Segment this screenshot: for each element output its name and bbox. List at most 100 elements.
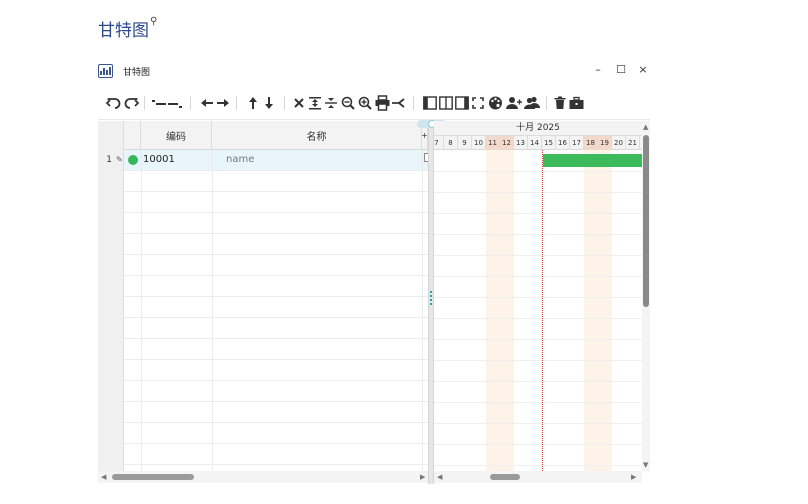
move-right-icon[interactable]	[216, 94, 230, 112]
table-row	[124, 402, 428, 423]
gantt-row-line	[434, 171, 642, 172]
gantt-row-line	[434, 213, 642, 214]
today-marker	[542, 150, 543, 471]
table-row	[124, 318, 428, 339]
gantt-row-line	[434, 423, 642, 424]
collapse-icon[interactable]	[325, 94, 337, 112]
row-header-blank	[124, 121, 141, 150]
scroll-up-arrow[interactable]: ▲	[643, 123, 648, 131]
right-panel-icon[interactable]	[455, 94, 469, 112]
gantt-day-11: 11	[486, 136, 500, 150]
gantt-day-10: 10	[472, 136, 486, 150]
table-row	[124, 381, 428, 402]
toolbar-separator	[236, 96, 237, 110]
delete-icon[interactable]	[293, 94, 305, 112]
scroll-right-arrow[interactable]: ▶	[420, 473, 425, 481]
trash-icon[interactable]	[554, 94, 566, 112]
toolbar-separator	[546, 96, 547, 110]
gantt-body	[434, 150, 642, 471]
left-horizontal-scrollbar[interactable]: ◀ ▶	[98, 471, 428, 483]
gantt-horizontal-scrollbar[interactable]: ◀ ▶	[434, 471, 642, 483]
left-horizontal-scroll-thumb[interactable]	[112, 474, 194, 480]
move-up-icon[interactable]	[247, 94, 259, 112]
chart-app-icon	[98, 64, 113, 78]
gantt-row-line	[434, 297, 642, 298]
table-row	[124, 276, 428, 297]
gantt-day-17: 17	[570, 136, 584, 150]
undo-icon[interactable]	[106, 94, 122, 112]
gantt-row-line	[434, 276, 642, 277]
table-row	[124, 339, 428, 360]
users-icon[interactable]	[524, 94, 540, 112]
both-panels-icon[interactable]	[439, 94, 453, 112]
task-bar[interactable]	[543, 154, 642, 167]
status-dot	[128, 155, 138, 165]
gantt-row-line	[434, 318, 642, 319]
print-icon[interactable]	[375, 94, 390, 112]
scroll-right-arrow[interactable]: ▶	[631, 473, 636, 481]
gantt-horizontal-scroll-thumb[interactable]	[490, 474, 520, 480]
gantt-day-12: 12	[500, 136, 514, 150]
maximize-button[interactable]: ☐	[614, 63, 628, 77]
scroll-left-arrow[interactable]: ◀	[437, 473, 442, 481]
left-panel-icon[interactable]	[423, 94, 437, 112]
toolbar-separator	[144, 96, 145, 110]
close-button[interactable]: ×	[636, 63, 650, 77]
zoom-out-icon[interactable]	[341, 94, 355, 112]
gantt-day-8: 8	[444, 136, 458, 150]
gantt-row-line	[434, 360, 642, 361]
gantt-row-line	[434, 465, 642, 466]
cell-name[interactable]: name	[226, 154, 254, 165]
table-row	[124, 255, 428, 276]
toolbar-separator	[284, 96, 285, 110]
scroll-down-arrow[interactable]: ▼	[643, 461, 648, 469]
fullscreen-icon[interactable]	[472, 94, 484, 112]
table-row	[124, 234, 428, 255]
column-divider	[141, 150, 142, 471]
gantt-day-header: 7 8 9 10 11 12 13 14 15 16 17 18 19 20 21	[434, 136, 642, 150]
redo-icon[interactable]	[123, 94, 139, 112]
edit-pencil-icon[interactable]: ✎	[116, 155, 123, 164]
cell-code[interactable]: 10001	[143, 154, 175, 165]
vertical-scroll-thumb[interactable]	[643, 135, 649, 307]
move-down-icon[interactable]	[263, 94, 275, 112]
add-user-icon[interactable]	[506, 94, 522, 112]
gantt-day-13: 13	[514, 136, 528, 150]
gantt-day-18: 18	[584, 136, 598, 150]
column-header-code[interactable]: 编码	[141, 121, 212, 150]
gantt-day-21: 21	[626, 136, 640, 150]
gantt-row-line	[434, 381, 642, 382]
column-divider	[212, 150, 213, 471]
gantt-row-line	[434, 234, 642, 235]
table-row	[124, 444, 428, 465]
indent-icon[interactable]	[152, 94, 166, 112]
move-left-icon[interactable]	[200, 94, 214, 112]
table-row	[124, 360, 428, 381]
search-icon[interactable]: ⚲	[150, 16, 157, 27]
gantt-day-20: 20	[612, 136, 626, 150]
zoom-in-icon[interactable]	[358, 94, 372, 112]
palette-icon[interactable]	[488, 94, 503, 112]
toolbar-separator	[413, 96, 414, 110]
column-header-name[interactable]: 名称	[212, 121, 422, 150]
window-title: 甘特图	[123, 68, 151, 78]
outdent-icon[interactable]	[168, 94, 182, 112]
table-row	[124, 423, 428, 444]
gantt-window: 甘特图 – ☐ × 编码 名称 + 1 ✎ 10001 name 十月 2025…	[98, 60, 650, 484]
gantt-row-line	[434, 255, 642, 256]
toolbox-icon[interactable]	[569, 94, 584, 112]
column-divider	[422, 150, 423, 471]
gantt-chart: 十月 2025 7 8 9 10 11 12 13 14 15 16 17 18 19 20 21	[434, 121, 642, 471]
grid-area: 编码 名称 + 1 ✎ 10001 name 十月 2025 7 8 9 10 …	[98, 120, 650, 484]
share-icon[interactable]	[392, 94, 406, 112]
splitter-grip[interactable]	[430, 291, 432, 305]
gantt-row-line	[434, 402, 642, 403]
toolbar-separator	[190, 96, 191, 110]
vertical-scrollbar[interactable]: ▲ ▼	[642, 121, 650, 471]
expand-icon[interactable]	[309, 94, 321, 112]
gantt-day-15: 15	[542, 136, 556, 150]
minimize-button[interactable]: –	[591, 63, 605, 77]
scroll-left-arrow[interactable]: ◀	[101, 473, 106, 481]
gantt-day-19: 19	[598, 136, 612, 150]
gantt-month-header: 十月 2025	[434, 121, 642, 136]
